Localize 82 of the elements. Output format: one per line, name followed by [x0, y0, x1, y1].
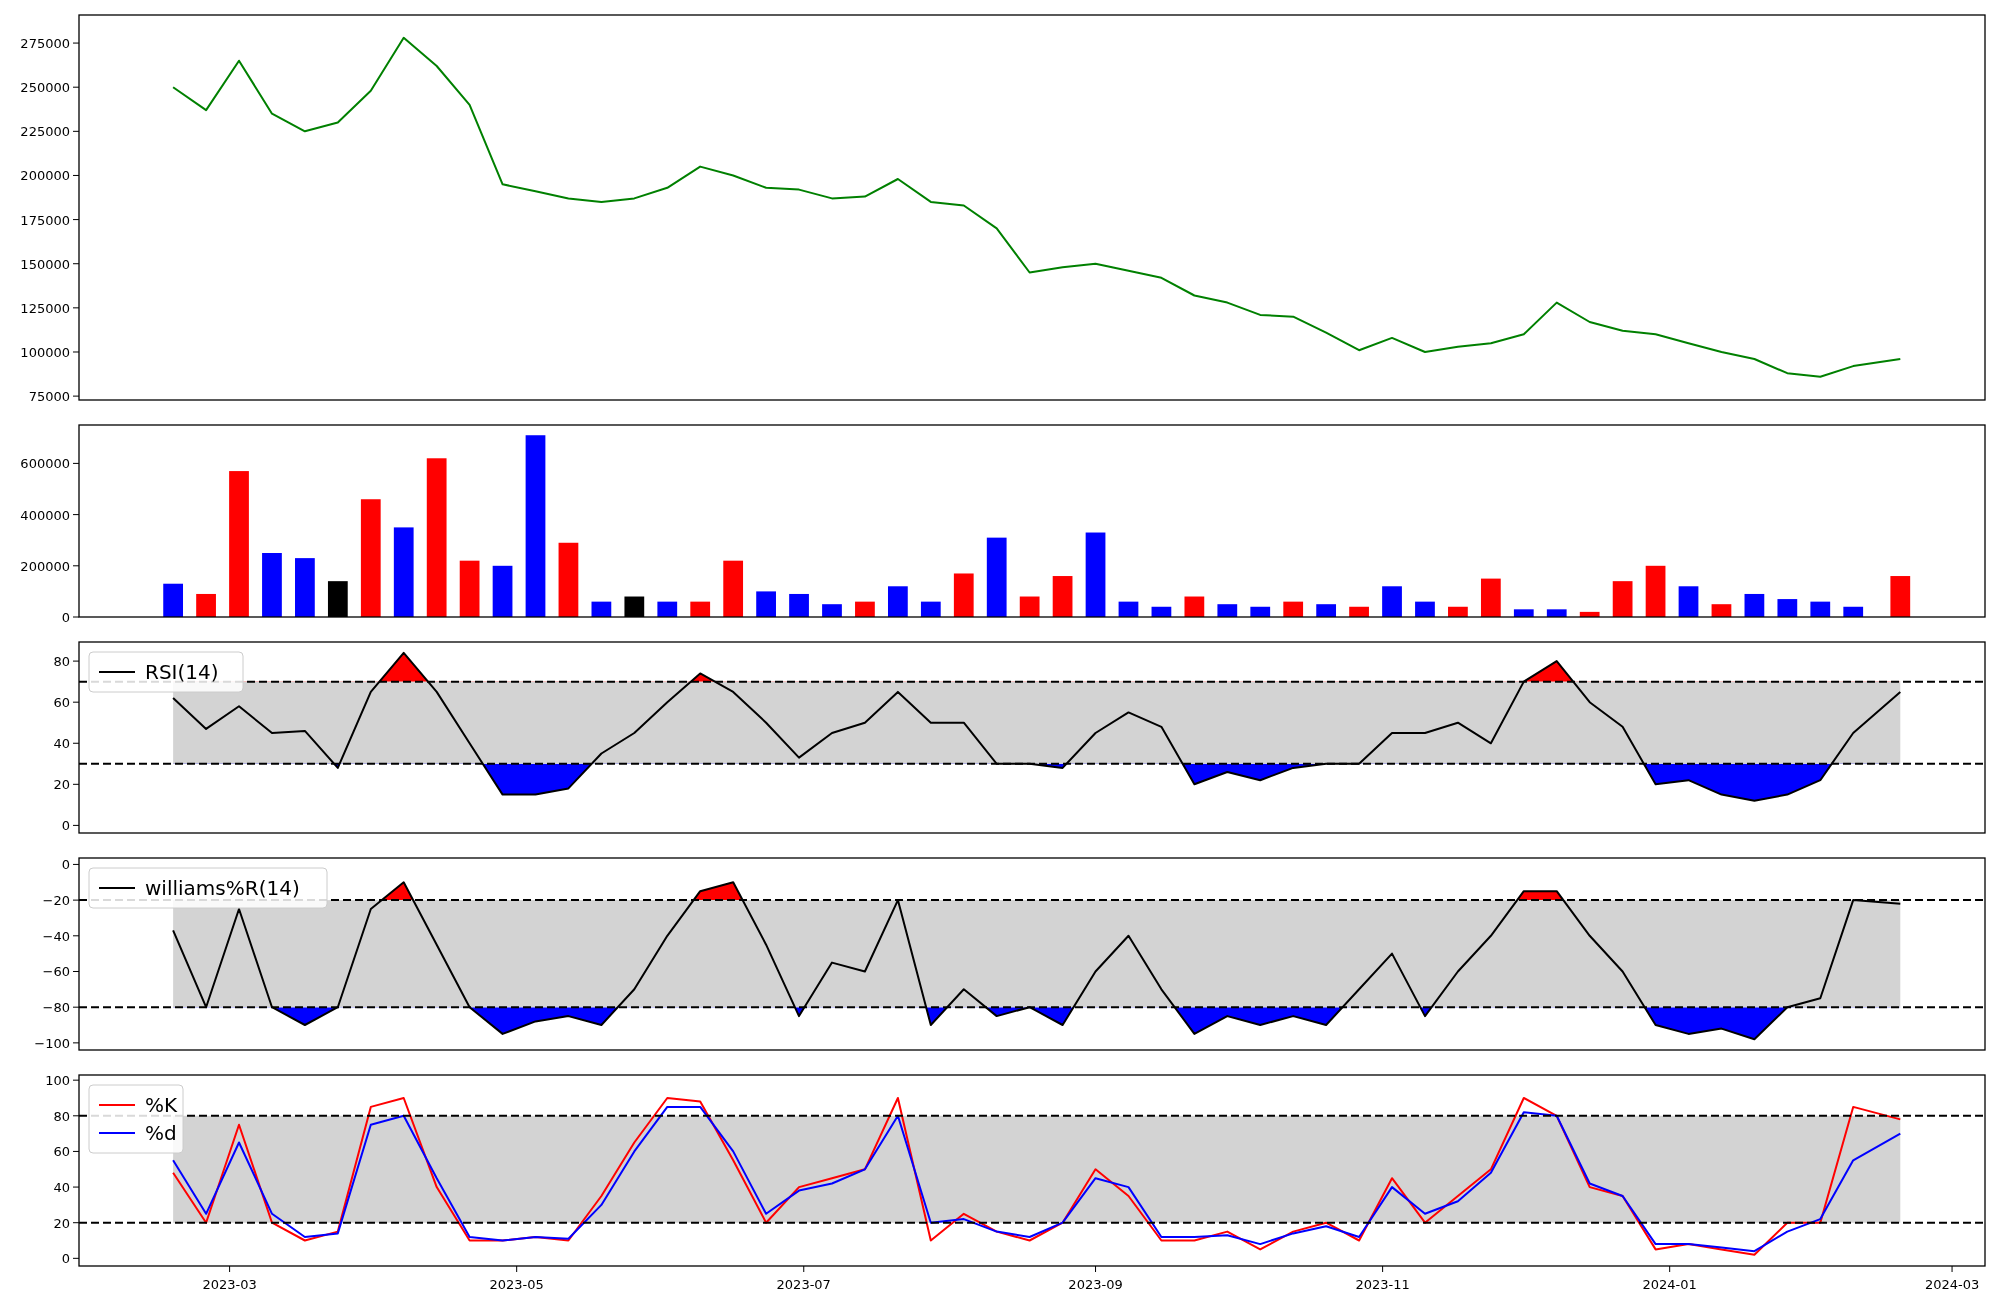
- tick-mark: [72, 1257, 80, 1259]
- tick-mark: [229, 1265, 231, 1273]
- legend-line: [98, 1132, 136, 1134]
- tick-mark: [72, 1006, 80, 1008]
- axis-tick-label: 2023-07: [776, 1277, 831, 1292]
- tick-mark: [72, 86, 80, 88]
- axis-tick-label: 40: [53, 736, 70, 752]
- axis-tick-label: 0: [61, 610, 70, 625]
- axis-tick-label: 20: [53, 1215, 70, 1231]
- tick-mark: [72, 971, 80, 972]
- legend-label: %K: [145, 1093, 178, 1117]
- tick-mark: [72, 351, 80, 353]
- axis-tick-label: −100: [34, 1035, 70, 1051]
- axis-tick-label: 80: [53, 654, 70, 670]
- axis-tick-label: 225000: [20, 124, 70, 140]
- tick-mark: [72, 1150, 80, 1152]
- axis-tick-label: 2023-05: [489, 1277, 544, 1292]
- tick-mark: [72, 307, 80, 309]
- tick-mark: [72, 395, 80, 397]
- legend-label: %d: [145, 1121, 177, 1145]
- axis-tick-label: 60: [53, 695, 70, 711]
- tick-mark: [72, 1186, 80, 1188]
- tick-mark: [516, 1265, 518, 1273]
- axis-tick-label: 400000: [20, 507, 70, 523]
- axis-tick-label: 200000: [20, 168, 70, 184]
- axis-tick-label: 2023-11: [1355, 1277, 1410, 1292]
- tick-mark: [72, 1079, 80, 1081]
- tick-mark: [72, 130, 80, 132]
- tick-mark: [72, 783, 80, 785]
- axis-tick-label: 250000: [20, 80, 70, 96]
- tick-mark: [72, 935, 80, 937]
- axis-tick-label: 0: [61, 818, 70, 834]
- tick-mark: [72, 263, 80, 265]
- axis-tick-label: −40: [42, 928, 70, 944]
- tick-mark: [72, 219, 80, 221]
- tick-mark: [72, 1222, 80, 1224]
- axis-tick-label: 80: [53, 1108, 70, 1124]
- tick-mark: [72, 824, 80, 826]
- axis-tick-label: 60: [53, 1144, 70, 1160]
- tick-mark: [72, 701, 80, 703]
- tick-mark: [72, 514, 80, 516]
- axis-tick-label: 125000: [20, 300, 70, 316]
- axis-tick-label: 2024-03: [1924, 1277, 1980, 1292]
- tick-mark: [72, 1042, 80, 1044]
- legend-line: [98, 671, 136, 673]
- legend-line: [98, 887, 136, 889]
- axis-tick-label: −80: [42, 1000, 70, 1016]
- axis-tick-label: −60: [42, 964, 70, 980]
- axis-tick-label: 150000: [20, 256, 70, 272]
- tick-mark: [1669, 1265, 1671, 1273]
- tick-mark: [72, 42, 80, 44]
- tick-mark: [72, 565, 80, 567]
- axis-tick-label: 275000: [20, 36, 70, 52]
- legend-label: RSI(14): [145, 660, 219, 684]
- tick-mark: [72, 899, 80, 901]
- tick-mark: [72, 660, 80, 662]
- axis-tick-label: 40: [53, 1180, 70, 1196]
- axis-tick-label: 0: [61, 1251, 70, 1267]
- axis-tick-label: −20: [42, 893, 70, 909]
- axis-tick-label: 2023-09: [1068, 1277, 1123, 1292]
- axis-tick-label: 600000: [20, 456, 70, 472]
- axis-tick-label: 100: [45, 1073, 70, 1089]
- tick-mark: [803, 1265, 805, 1273]
- axis-tick-label: 0: [61, 857, 70, 873]
- tick-mark: [72, 863, 80, 865]
- axis-tick-label: 200000: [20, 558, 70, 574]
- legend-line: [98, 1104, 136, 1106]
- tick-mark: [72, 616, 80, 618]
- axis-tick-label: 75000: [28, 389, 70, 405]
- axis-tick-label: 175000: [20, 212, 70, 228]
- tick-mark: [72, 1115, 80, 1117]
- tick-mark: [72, 174, 80, 176]
- tick-mark: [72, 742, 80, 744]
- axis-tick-label: 2024-01: [1642, 1277, 1697, 1292]
- axis-tick-label: 20: [53, 777, 70, 793]
- tick-mark: [72, 462, 80, 464]
- legend-label: williams%R(14): [145, 876, 300, 900]
- tick-mark: [1382, 1265, 1384, 1273]
- axis-tick-label: 2023-03: [202, 1277, 257, 1292]
- axis-tick-label: 100000: [20, 345, 70, 360]
- tick-mark: [1095, 1265, 1097, 1273]
- tick-mark: [1951, 1265, 1953, 1273]
